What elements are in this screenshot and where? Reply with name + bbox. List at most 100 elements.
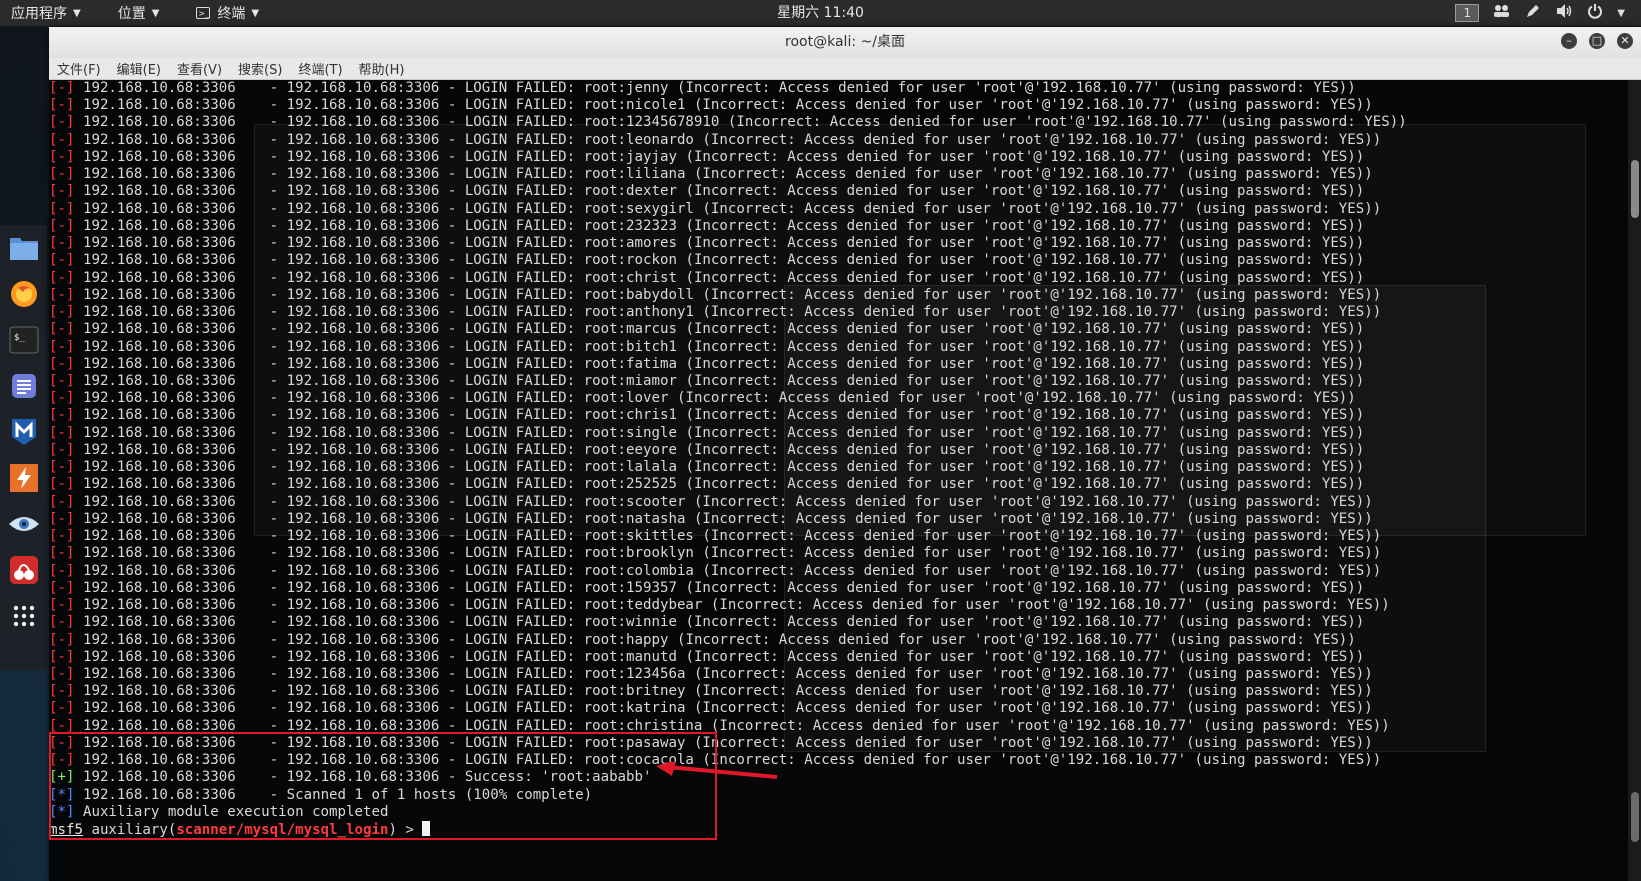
dock-metasploit[interactable] <box>0 409 47 455</box>
terminal-output[interactable]: [-] 192.168.10.68:3306 - 192.168.10.68:3… <box>49 80 1641 881</box>
error-message: (Incorrect: Access denied for user 'root… <box>685 614 1365 631</box>
fail-tag: [-] <box>49 304 75 321</box>
places-menu[interactable]: 位置 ▼ <box>118 3 160 23</box>
scrollbar-thumb-lower[interactable] <box>1631 792 1639 842</box>
terminal-line-failed: [-] 192.168.10.68:3306 - 192.168.10.68:3… <box>49 200 1382 217</box>
highlight-box <box>49 732 717 840</box>
scrollbar-thumb[interactable] <box>1631 160 1639 218</box>
dock-firefox[interactable] <box>0 271 47 317</box>
menu-file[interactable]: 文件(F) <box>57 59 101 78</box>
target-host: 192.168.10.68:3306 <box>286 286 440 303</box>
terminal-line-failed: [-] 192.168.10.68:3306 - 192.168.10.68:3… <box>49 131 1382 148</box>
credential: root:chris1 <box>583 407 677 424</box>
credential: root:jayjay <box>583 148 677 165</box>
window-menubar: 文件(F) 编辑(E) 查看(V) 搜索(S) 终端(T) 帮助(H) <box>49 58 1641 80</box>
target-host: 192.168.10.68:3306 <box>82 97 236 114</box>
maximize-button[interactable]: □ <box>1589 33 1605 49</box>
target-host: 192.168.10.68:3306 <box>286 97 440 114</box>
error-message: (Incorrect: Access denied for user 'root… <box>693 683 1373 700</box>
credential: root:colombia <box>583 562 694 579</box>
error-message: (Incorrect: Access denied for user 'root… <box>702 752 1382 769</box>
applications-menu[interactable]: 应用程序 ▼ <box>11 3 81 23</box>
volume-icon[interactable] <box>1555 3 1573 23</box>
menu-view[interactable]: 查看(V) <box>177 59 222 78</box>
dock-burpsuite[interactable] <box>0 455 47 501</box>
target-host: 192.168.10.68:3306 <box>286 304 440 321</box>
error-message: (Incorrect: Access denied for user 'root… <box>727 114 1407 131</box>
credential: root:miamor <box>583 372 677 389</box>
target-host: 192.168.10.68:3306 <box>82 338 236 355</box>
chevron-down-icon: ▼ <box>151 7 160 19</box>
error-message: (Incorrect: Access denied for user 'root… <box>702 304 1382 321</box>
target-host: 192.168.10.68:3306 <box>82 545 236 562</box>
credential: root:christ <box>583 269 677 286</box>
terminal-line-failed: [-] 192.168.10.68:3306 - 192.168.10.68:3… <box>49 252 1365 269</box>
fail-tag: [-] <box>49 269 75 286</box>
svg-text:$_: $_ <box>14 333 25 343</box>
window-titlebar[interactable]: root@kali: ~/桌面 – □ ✕ <box>49 27 1641 58</box>
menu-help[interactable]: 帮助(H) <box>359 59 405 78</box>
dock-terminal[interactable]: $_ <box>0 317 47 363</box>
error-message: (Incorrect: Access denied for user 'root… <box>702 528 1382 545</box>
credential: root:happy <box>583 631 669 648</box>
target-host: 192.168.10.68:3306 <box>82 252 236 269</box>
credential: root:anthony1 <box>583 304 694 321</box>
system-tray: 1 ▼ <box>1455 0 1625 26</box>
dock-show-apps[interactable] <box>0 593 47 639</box>
terminal-line-failed: [-] 192.168.10.68:3306 - 192.168.10.68:3… <box>49 476 1365 493</box>
dock-files[interactable] <box>0 225 47 271</box>
chevron-down-icon: ▼ <box>73 7 81 19</box>
firefox-icon <box>9 279 39 309</box>
error-message: (Incorrect: Access denied for user 'root… <box>702 200 1382 217</box>
target-host: 192.168.10.68:3306 <box>286 235 440 252</box>
power-icon[interactable] <box>1587 3 1603 23</box>
menu-edit[interactable]: 编辑(E) <box>117 59 161 78</box>
error-message: (Incorrect: Access denied for user 'root… <box>685 183 1365 200</box>
minimize-button[interactable]: – <box>1561 33 1577 49</box>
menu-terminal[interactable]: 终端(T) <box>298 59 342 78</box>
error-message: (Incorrect: Access denied for user 'root… <box>676 631 1356 648</box>
clock[interactable]: 星期六 11:40 <box>777 5 864 21</box>
terminal-app-menu[interactable]: >_ 终端 ▼ <box>196 3 259 23</box>
close-button[interactable]: ✕ <box>1617 33 1633 49</box>
credential: root:winnie <box>583 614 677 631</box>
fail-tag: [-] <box>49 597 75 614</box>
target-host: 192.168.10.68:3306 <box>286 631 440 648</box>
credential: root:159357 <box>583 579 677 596</box>
target-host: 192.168.10.68:3306 <box>286 217 440 234</box>
burpsuite-icon <box>9 463 39 493</box>
people-icon[interactable] <box>1493 4 1511 22</box>
target-host: 192.168.10.68:3306 <box>82 510 236 527</box>
error-message: (Incorrect: Access denied for user 'root… <box>685 648 1365 665</box>
target-host: 192.168.10.68:3306 <box>82 407 236 424</box>
target-host: 192.168.10.68:3306 <box>82 304 236 321</box>
target-host: 192.168.10.68:3306 <box>82 390 236 407</box>
fail-tag: [-] <box>49 459 75 476</box>
fail-tag: [-] <box>49 407 75 424</box>
dock-eye[interactable] <box>0 501 47 547</box>
fail-tag: [-] <box>49 510 75 527</box>
menu-search[interactable]: 搜索(S) <box>238 59 282 78</box>
terminal-line-failed: [-] 192.168.10.68:3306 - 192.168.10.68:3… <box>49 683 1373 700</box>
error-message: (Incorrect: Access denied for user 'root… <box>676 80 1356 96</box>
credential: root:bitch1 <box>583 338 677 355</box>
text-editor-icon <box>10 372 38 400</box>
app-grid-icon <box>12 604 36 628</box>
fail-tag: [-] <box>49 665 75 682</box>
terminal-line-failed: [-] 192.168.10.68:3306 - 192.168.10.68:3… <box>49 286 1382 303</box>
target-host: 192.168.10.68:3306 <box>82 286 236 303</box>
workspace-indicator[interactable]: 1 <box>1455 4 1480 22</box>
scrollbar[interactable] <box>1628 80 1641 881</box>
terminal-line-failed: [-] 192.168.10.68:3306 - 192.168.10.68:3… <box>49 424 1365 441</box>
error-message: (Incorrect: Access denied for user 'root… <box>693 166 1373 183</box>
target-host: 192.168.10.68:3306 <box>82 166 236 183</box>
target-host: 192.168.10.68:3306 <box>286 407 440 424</box>
chevron-down-icon[interactable]: ▼ <box>1617 8 1625 19</box>
dock-text-editor[interactable] <box>0 363 47 409</box>
fail-tag: [-] <box>49 200 75 217</box>
fail-tag: [-] <box>49 476 75 493</box>
pen-icon[interactable] <box>1525 3 1541 23</box>
dock-cherrytree[interactable] <box>0 547 47 593</box>
credential: root:eeyore <box>583 441 677 458</box>
target-host: 192.168.10.68:3306 <box>286 200 440 217</box>
